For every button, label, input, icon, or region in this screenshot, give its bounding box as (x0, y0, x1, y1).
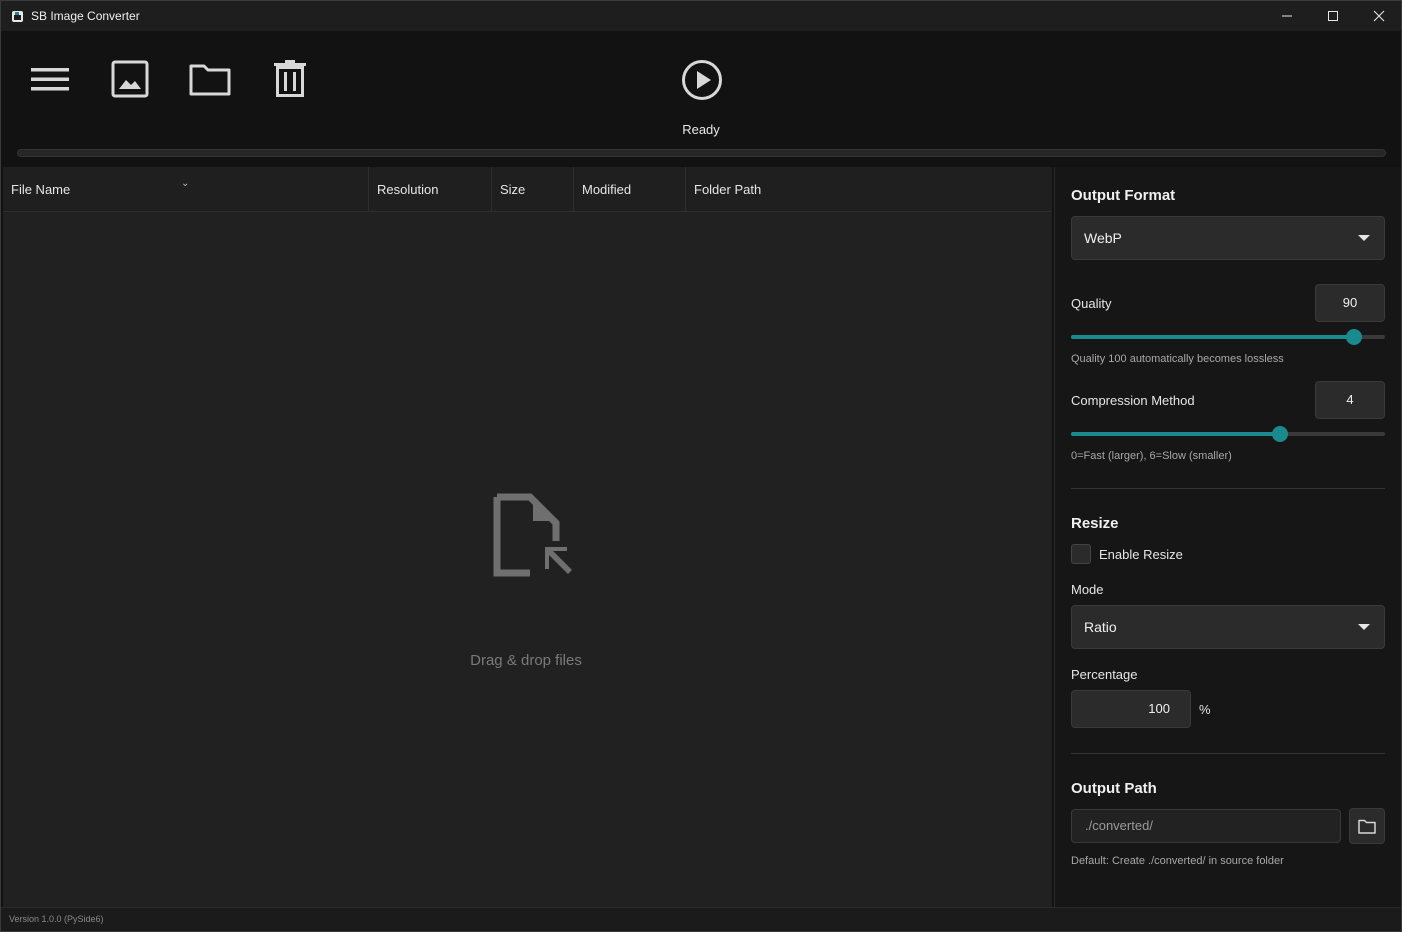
maximize-button[interactable] (1310, 1, 1356, 31)
close-button[interactable] (1356, 1, 1402, 31)
settings-panel: Output Format WebP Quality 90 Quality 10… (1054, 167, 1401, 907)
sort-indicator-icon: ⌄ (181, 178, 190, 189)
add-folder-button[interactable] (188, 57, 232, 101)
minimize-icon (1282, 15, 1292, 17)
column-modified[interactable]: Modified (574, 167, 686, 212)
chevron-down-icon (1358, 235, 1370, 241)
divider (1071, 753, 1385, 754)
output-format-heading: Output Format (1071, 187, 1176, 204)
hamburger-menu-icon (31, 68, 69, 91)
slider-fill (1071, 335, 1354, 339)
percentage-label: Percentage (1071, 667, 1138, 682)
output-format-select[interactable]: WebP (1071, 216, 1385, 260)
resize-mode-select[interactable]: Ratio (1071, 605, 1385, 649)
folder-icon (1358, 819, 1376, 834)
table-header: File Name ⌄ Resolution Size Modified Fol… (3, 167, 1052, 212)
app-window: SB Image Converter Ready File Name ⌄ Res… (0, 0, 1402, 932)
column-size[interactable]: Size (492, 167, 574, 212)
compression-hint: 0=Fast (larger), 6=Slow (smaller) (1071, 450, 1232, 462)
clear-list-button[interactable] (268, 57, 312, 101)
minimize-button[interactable] (1264, 1, 1310, 31)
output-path-heading: Output Path (1071, 780, 1157, 797)
app-logo-icon (12, 11, 23, 22)
column-label: Size (500, 182, 526, 197)
file-list-panel[interactable]: File Name ⌄ Resolution Size Modified Fol… (3, 167, 1052, 907)
quality-label: Quality (1071, 296, 1112, 311)
window-title: SB Image Converter (31, 9, 140, 23)
drop-hint: Drag & drop files (470, 652, 582, 669)
mode-label: Mode (1071, 582, 1104, 597)
play-icon (682, 60, 722, 100)
column-label: Modified (582, 182, 632, 197)
file-drop-icon (493, 493, 572, 577)
compression-slider[interactable] (1071, 426, 1385, 442)
slider-handle[interactable] (1272, 426, 1289, 442)
output-path-hint: Default: Create ./converted/ in source f… (1071, 855, 1284, 867)
enable-resize-checkbox[interactable] (1071, 544, 1091, 564)
status-label: Ready (682, 122, 720, 137)
column-resolution[interactable]: Resolution (369, 167, 492, 212)
version-label: Version 1.0.0 (PySide6) (9, 914, 104, 924)
resize-heading: Resize (1071, 515, 1119, 532)
quality-spinbox[interactable]: 90 (1315, 284, 1385, 322)
toolbar: Ready (1, 31, 1401, 165)
add-images-button[interactable] (108, 57, 152, 101)
output-path-input[interactable]: ./converted/ (1071, 809, 1341, 843)
slider-handle[interactable] (1345, 329, 1362, 345)
drop-zone[interactable]: Drag & drop files (3, 213, 1052, 907)
browse-output-button[interactable] (1349, 808, 1385, 844)
column-label: File Name (11, 182, 71, 197)
start-conversion-button[interactable] (679, 57, 725, 103)
slider-fill (1071, 432, 1281, 436)
trash-icon (274, 60, 306, 97)
divider (1071, 488, 1385, 489)
menu-button[interactable] (28, 57, 72, 101)
quality-hint: Quality 100 automatically becomes lossle… (1071, 353, 1284, 365)
quality-slider[interactable] (1071, 329, 1385, 345)
column-label: Folder Path (694, 182, 762, 197)
output-format-value: WebP (1084, 230, 1122, 246)
resize-mode-value: Ratio (1084, 619, 1117, 635)
enable-resize-label[interactable]: Enable Resize (1099, 547, 1183, 562)
percentage-input[interactable]: 100 (1071, 690, 1191, 728)
column-file-name[interactable]: File Name ⌄ (3, 167, 369, 212)
close-icon (1373, 10, 1385, 22)
chevron-down-icon (1358, 624, 1370, 630)
percent-sign: % (1199, 702, 1211, 717)
folder-icon (189, 64, 231, 96)
maximize-icon (1328, 11, 1338, 21)
column-label: Resolution (377, 182, 439, 197)
progress-bar (17, 149, 1386, 157)
column-folder-path[interactable]: Folder Path (686, 167, 1052, 212)
compression-label: Compression Method (1071, 393, 1195, 408)
compression-spinbox[interactable]: 4 (1315, 381, 1385, 419)
title-bar: SB Image Converter (1, 1, 1401, 31)
image-icon (111, 60, 149, 98)
status-bar: Version 1.0.0 (PySide6) (1, 907, 1401, 931)
